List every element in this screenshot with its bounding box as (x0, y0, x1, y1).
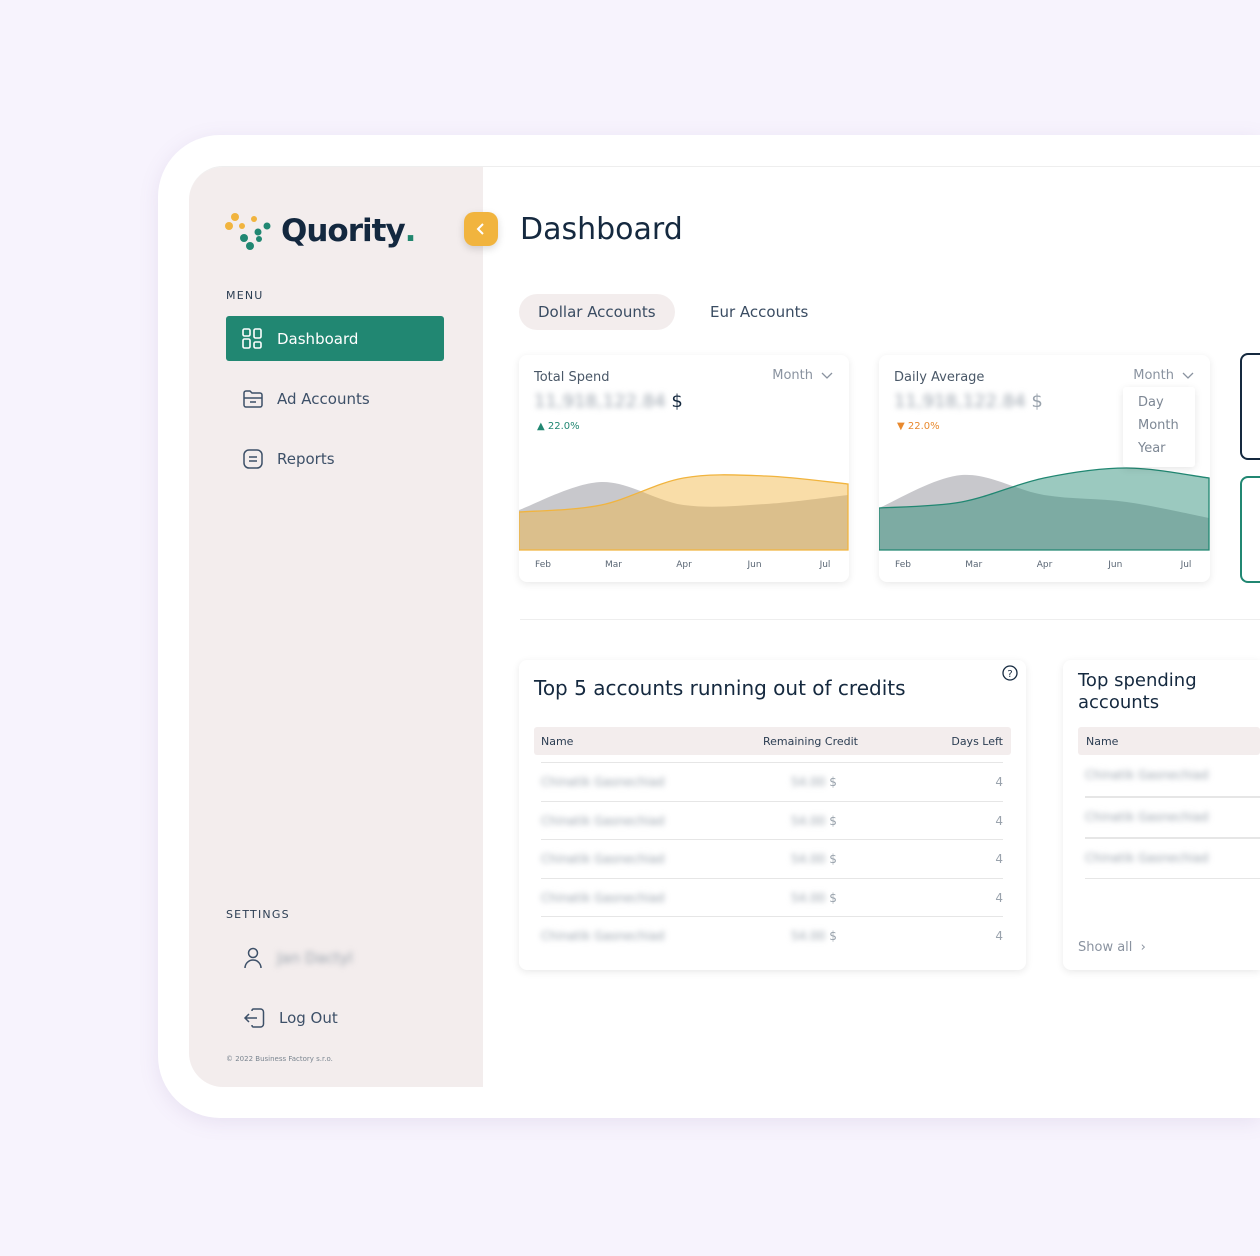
user-profile[interactable]: Jan Dactyl (226, 935, 444, 980)
column-name: Name (541, 735, 574, 748)
summary-card-navy (1240, 353, 1260, 460)
remaining-credit: 54.00 $ (791, 929, 837, 943)
account-name: Chinatik Gasnechiad (541, 813, 665, 828)
table-row[interactable]: Chinatik Gasnechiad 54.00 $ 4 (541, 839, 1003, 878)
copyright: © 2022 Business Factory s.r.o. (226, 1055, 333, 1063)
help-icon[interactable]: ? (1002, 665, 1018, 681)
brand-name: Quority. (281, 213, 416, 249)
table-row[interactable]: Chinatik Gasnechiad 54.00 $ 4 (541, 877, 1003, 917)
total-spend-card: Total Spend Month 11,918,122.84 $ ▲ 22.0… (519, 355, 849, 582)
table-row[interactable]: Chinatik Gasnechiad 54.00 $ 4 (541, 916, 1003, 955)
spending-table-card: Top spending accounts Name Chinatik Gasn… (1063, 660, 1260, 970)
sidebar-item-label: Reports (277, 449, 335, 468)
column-name: Name (1086, 735, 1119, 748)
credits-table-card: Top 5 accounts running out of credits ? … (519, 660, 1026, 970)
x-axis: Feb Mar Apr Jun Jul (519, 560, 849, 572)
grid-icon (242, 328, 262, 349)
menu-label: MENU (226, 289, 264, 302)
svg-text:?: ? (1007, 669, 1012, 680)
account-name: Chinatik Gasnechiad (1085, 851, 1209, 865)
chevron-left-icon (476, 223, 484, 235)
table-row[interactable]: Chinatik Gasnechiad 54.00 $ 4 (541, 800, 1003, 840)
card-title: Top 5 accounts running out of credits (534, 676, 906, 700)
user-name: Jan Dactyl (277, 948, 353, 967)
area-series-2 (879, 468, 1209, 550)
sidebar-item-dashboard[interactable]: Dashboard (226, 316, 444, 361)
total-spend-chart (519, 474, 849, 551)
logo-icon (225, 213, 271, 250)
account-name: Chinatik Gasnechiad (1085, 810, 1209, 824)
table-row[interactable]: Chinatik Gasnechiad (1085, 797, 1260, 838)
days-left: 4 (995, 890, 1003, 905)
document-icon (243, 448, 263, 469)
sidebar-item-label: Ad Accounts (277, 389, 370, 408)
table-row[interactable]: Chinatik Gasnechiad (1085, 838, 1260, 879)
remaining-credit: 54.00 $ (791, 890, 837, 905)
x-tick-label: Jul (819, 560, 831, 570)
settings-label: SETTINGS (226, 908, 290, 921)
days-left: 4 (995, 813, 1003, 828)
x-tick-label: Feb (895, 560, 911, 570)
table-row[interactable]: Chinatik Gasnechiad 54.00 $ 4 (541, 762, 1003, 801)
period-dropdown: Day Month Year (1123, 387, 1195, 467)
remaining-credit: 54.00 $ (791, 852, 837, 866)
x-tick-label: Jun (1108, 560, 1123, 570)
account-name: Chinatik Gasnechiad (541, 852, 665, 866)
option-month[interactable]: Month (1123, 416, 1195, 439)
option-day[interactable]: Day (1123, 393, 1195, 416)
area-series-2 (519, 474, 848, 550)
x-tick-label: Mar (605, 560, 622, 570)
logout-label: Log Out (279, 1008, 338, 1027)
days-left: 4 (995, 852, 1003, 866)
remaining-credit: 54.00 $ (791, 775, 837, 789)
logo: Quority. (225, 211, 416, 251)
chevron-right-icon: › (1140, 940, 1146, 955)
user-icon (244, 947, 262, 968)
tab-eur-accounts[interactable]: Eur Accounts (691, 294, 827, 330)
x-tick-label: Jun (747, 560, 762, 570)
tab-dollar-accounts[interactable]: Dollar Accounts (519, 294, 675, 330)
page-title: Dashboard (520, 212, 683, 247)
collapse-sidebar-button[interactable] (464, 212, 498, 246)
option-year[interactable]: Year (1123, 439, 1195, 462)
account-name: Chinatik Gasnechiad (1085, 768, 1209, 782)
x-tick-label: Mar (965, 560, 983, 570)
table-header: Name Remaining Credit Days Left (534, 727, 1011, 755)
days-left: 4 (995, 775, 1003, 789)
column-remaining-credit: Remaining Credit (763, 735, 858, 748)
column-days-left: Days Left (951, 735, 1003, 748)
x-tick-label: Apr (1036, 560, 1053, 570)
x-tick-label: Jul (1180, 560, 1192, 570)
logout-button[interactable]: Log Out (226, 995, 444, 1040)
sidebar-item-reports[interactable]: Reports (226, 436, 444, 481)
x-axis: Feb Mar Apr Jun Jul (879, 560, 1210, 572)
divider (520, 619, 1260, 620)
folder-icon (243, 389, 263, 408)
table-row[interactable]: Chinatik Gasnechiad (1085, 756, 1260, 797)
x-tick-label: Apr (676, 560, 692, 570)
sidebar-item-label: Dashboard (277, 329, 359, 348)
logout-icon (243, 1007, 265, 1028)
account-name: Chinatik Gasnechiad (541, 775, 665, 789)
summary-card-green (1240, 476, 1260, 583)
remaining-credit: 54.00 $ (791, 813, 837, 828)
account-name: Chinatik Gasnechiad (541, 890, 665, 905)
card-title: Top spending accounts (1078, 670, 1197, 713)
sidebar: Quority. MENU Dashboard Ad Accounts Repo… (189, 167, 483, 1087)
table-header: Name (1078, 727, 1260, 755)
show-all-link[interactable]: Show all › (1078, 940, 1146, 955)
days-left: 4 (995, 929, 1003, 943)
x-tick-label: Feb (535, 560, 551, 570)
sidebar-item-ad-accounts[interactable]: Ad Accounts (226, 376, 444, 421)
account-name: Chinatik Gasnechiad (541, 929, 665, 943)
